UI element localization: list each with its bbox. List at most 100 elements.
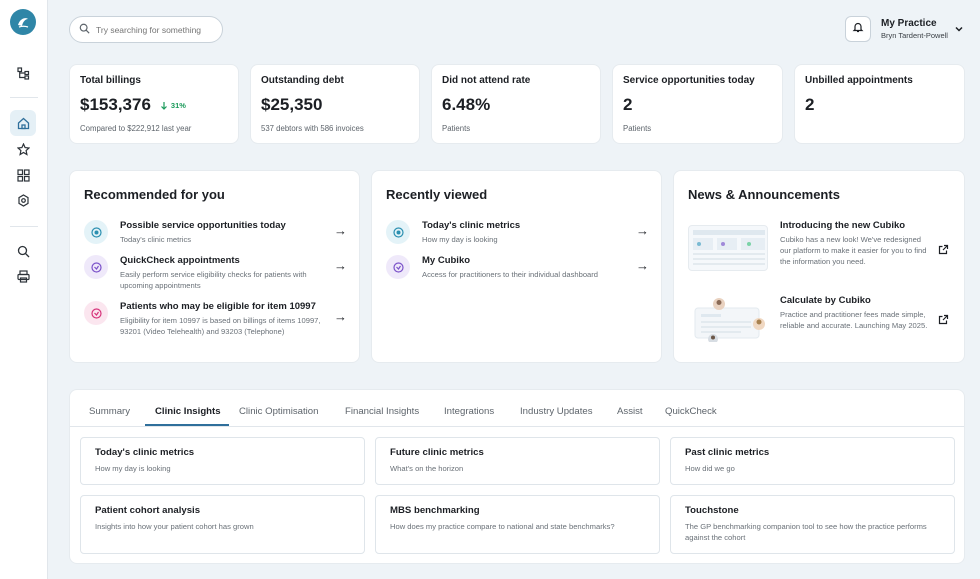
home-icon[interactable] — [10, 110, 36, 136]
item-description: Access for practitioners to their indivi… — [422, 270, 599, 279]
item-description: Cubiko has a new look! We've redesigned … — [780, 235, 927, 266]
tab-integrations[interactable]: Integrations — [444, 406, 494, 417]
heart-icon — [84, 301, 108, 325]
arrow-right-icon[interactable]: → — [334, 258, 347, 273]
recent-item[interactable]: Today's clinic metrics How my day is loo… — [386, 220, 649, 248]
recommended-item[interactable]: QuickCheck appointments Easily perform s… — [84, 255, 347, 291]
active-tab-indicator — [145, 424, 229, 426]
stat-delta: 31% — [160, 101, 186, 110]
stat-title: Total billings — [80, 75, 141, 86]
panel-title: Recently viewed — [386, 187, 488, 202]
stat-subtext: 537 debtors with 586 invoices — [261, 124, 364, 133]
tab-industry-updates[interactable]: Industry Updates — [520, 406, 593, 417]
stat-subtext: Compared to $222,912 last year — [80, 124, 192, 133]
card-title: Future clinic metrics — [390, 447, 484, 458]
search-input[interactable] — [96, 24, 216, 35]
metric-card-past-clinic-metrics[interactable]: Past clinic metrics How did we go — [670, 437, 955, 485]
stat-card-unbilled-appointments[interactable]: Unbilled appointments 2 — [794, 64, 965, 144]
stat-card-dna-rate[interactable]: Did not attend rate 6.48% Patients — [431, 64, 601, 144]
tab-clinic-insights[interactable]: Clinic Insights — [155, 406, 221, 417]
logo[interactable] — [10, 9, 36, 35]
card-description: The GP benchmarking companion tool to se… — [685, 522, 927, 542]
card-description: How my day is looking — [95, 464, 171, 473]
item-title: Patients who may be eligible for item 10… — [120, 301, 316, 312]
arrow-right-icon[interactable]: → — [334, 309, 347, 324]
tab-financial-insights[interactable]: Financial Insights — [345, 406, 419, 417]
practice-name: My Practice — [881, 18, 937, 29]
stat-card-service-opportunities[interactable]: Service opportunities today 2 Patients — [612, 64, 783, 144]
stat-title: Outstanding debt — [261, 75, 344, 86]
metric-card-mbs-benchmarking[interactable]: MBS benchmarking How does my practice co… — [375, 495, 660, 554]
stat-title: Unbilled appointments — [805, 75, 913, 86]
target-icon — [386, 220, 410, 244]
metric-card-todays-clinic-metrics[interactable]: Today's clinic metrics How my day is loo… — [80, 437, 365, 485]
recent-item[interactable]: My Cubiko Access for practitioners to th… — [386, 255, 649, 283]
tab-clinic-optimisation[interactable]: Clinic Optimisation — [239, 406, 318, 417]
insights-panel: Summary Clinic Insights Clinic Optimisat… — [69, 389, 965, 564]
panel-title: News & Announcements — [688, 187, 840, 202]
card-title: Touchstone — [685, 505, 739, 516]
item-title: Introducing the new Cubiko — [780, 220, 906, 231]
item-title: QuickCheck appointments — [120, 255, 240, 266]
external-link-icon[interactable] — [938, 242, 949, 260]
tab-assist[interactable]: Assist — [617, 406, 643, 417]
metric-card-future-clinic-metrics[interactable]: Future clinic metrics What's on the hori… — [375, 437, 660, 485]
recommended-item[interactable]: Possible service opportunities today Tod… — [84, 220, 347, 248]
stat-card-outstanding-debt[interactable]: Outstanding debt $25,350 537 debtors wit… — [250, 64, 420, 144]
item-title: Calculate by Cubiko — [780, 295, 871, 306]
news-thumbnail[interactable] — [688, 297, 768, 343]
sidebar-divider — [10, 97, 38, 98]
item-description: Today's clinic metrics — [120, 235, 192, 244]
card-description: Insights into how your patient cohort ha… — [95, 522, 254, 531]
news-item[interactable]: Introducing the new Cubiko Cubiko has a … — [780, 220, 930, 267]
recommended-item[interactable]: Patients who may be eligible for item 10… — [84, 301, 347, 351]
sidebar — [0, 0, 48, 579]
notifications-button[interactable] — [845, 16, 871, 42]
card-description: What's on the horizon — [390, 464, 464, 473]
arrow-down-icon — [160, 101, 167, 110]
user-menu[interactable]: My Practice Bryn Tardent-Powell — [881, 18, 948, 40]
stat-title: Did not attend rate — [442, 75, 531, 86]
external-link-icon[interactable] — [938, 312, 949, 330]
printer-icon[interactable] — [10, 263, 36, 289]
card-title: Patient cohort analysis — [95, 505, 201, 516]
stat-subtext: Patients — [623, 124, 652, 133]
stat-title: Service opportunities today — [623, 75, 755, 86]
stat-subtext: Patients — [442, 124, 471, 133]
stat-value: $153,376 — [80, 95, 151, 114]
item-description: Easily perform service eligibility check… — [120, 270, 307, 290]
stat-value: $25,350 — [261, 95, 323, 114]
star-icon[interactable] — [10, 136, 36, 162]
tab-bar: Summary Clinic Insights Clinic Optimisat… — [70, 390, 964, 427]
news-item[interactable]: Calculate by Cubiko Practice and practit… — [780, 295, 930, 331]
card-description: How did we go — [685, 464, 735, 473]
tab-summary[interactable]: Summary — [89, 406, 130, 417]
card-title: MBS benchmarking — [390, 505, 480, 516]
check-circle-icon — [84, 255, 108, 279]
check-circle-icon — [386, 255, 410, 279]
tab-quickcheck[interactable]: QuickCheck — [665, 406, 717, 417]
bell-icon — [852, 20, 864, 38]
search-icon[interactable] — [10, 238, 36, 264]
item-title: Today's clinic metrics — [422, 220, 521, 231]
dashboard-icon[interactable] — [10, 162, 36, 188]
chevron-down-icon[interactable] — [954, 20, 964, 38]
item-description: How my day is looking — [422, 235, 498, 244]
stat-card-total-billings[interactable]: Total billings $153,376 31% Compared to … — [69, 64, 239, 144]
arrow-right-icon[interactable]: → — [636, 223, 649, 238]
news-panel: News & Announcements Introducing the new… — [673, 170, 965, 363]
stat-value: 2 — [805, 95, 815, 114]
stat-value-row: $153,376 31% — [80, 95, 228, 115]
stat-delta-value: 31% — [170, 100, 186, 110]
settings-icon[interactable] — [10, 187, 36, 213]
metric-card-touchstone[interactable]: Touchstone The GP benchmarking companion… — [670, 495, 955, 554]
hierarchy-icon[interactable] — [10, 60, 36, 86]
news-thumbnail[interactable] — [688, 225, 768, 271]
item-title: Possible service opportunities today — [120, 220, 286, 231]
recently-viewed-panel: Recently viewed Today's clinic metrics H… — [371, 170, 662, 363]
metric-card-patient-cohort-analysis[interactable]: Patient cohort analysis Insights into ho… — [80, 495, 365, 554]
stat-value: 6.48% — [442, 95, 491, 114]
arrow-right-icon[interactable]: → — [334, 223, 347, 238]
arrow-right-icon[interactable]: → — [636, 258, 649, 273]
search-box[interactable] — [69, 16, 223, 43]
